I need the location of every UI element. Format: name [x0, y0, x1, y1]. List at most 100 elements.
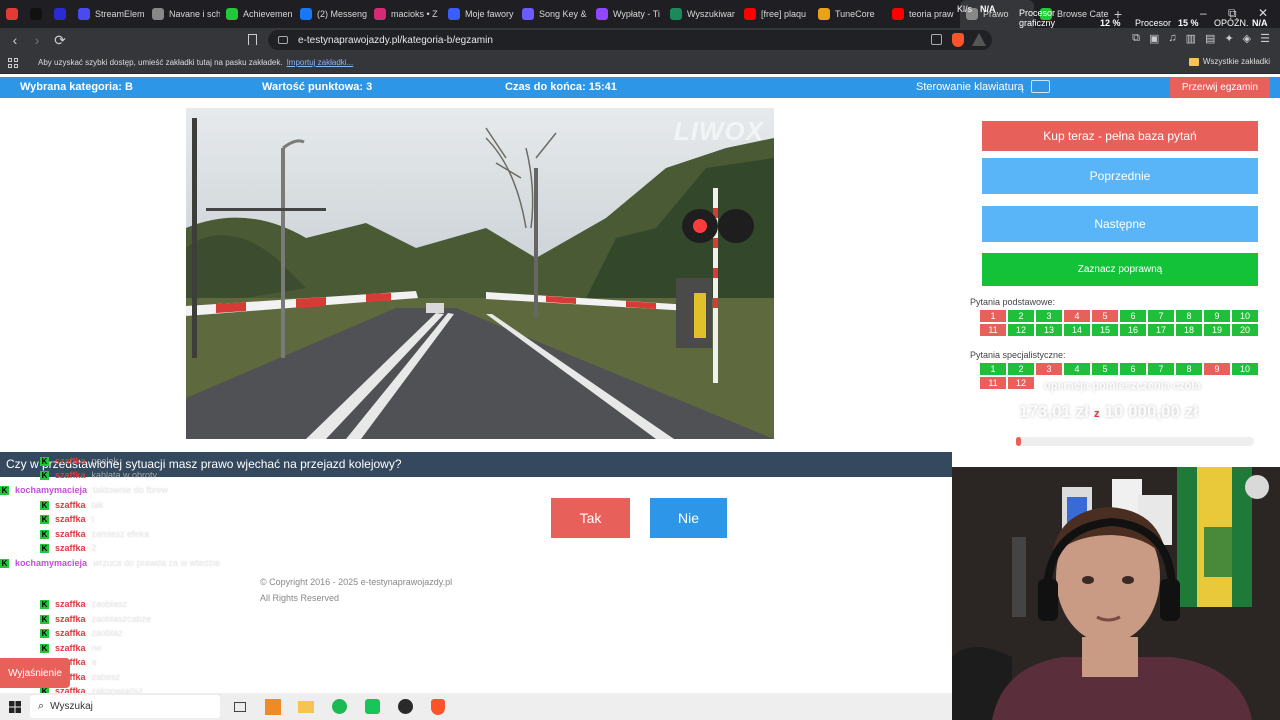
apps-grid-icon[interactable]: [8, 57, 18, 68]
all-bookmarks-button[interactable]: Wszystkie zakładki: [1188, 57, 1270, 66]
question-number-cell[interactable]: 17: [1148, 324, 1174, 336]
extensions-icon[interactable]: ⧉: [1132, 32, 1140, 45]
keyboard-control-label[interactable]: Sterowanie klawiaturą: [916, 81, 1024, 93]
question-number-cell[interactable]: 9: [1204, 310, 1230, 322]
close-window-button[interactable]: ✕: [1258, 6, 1268, 20]
question-number-cell[interactable]: 18: [1176, 324, 1202, 336]
browser-tab[interactable]: macioks • Z: [368, 0, 442, 28]
brave-browser-icon[interactable]: [425, 697, 451, 717]
question-number-cell[interactable]: 9: [1204, 363, 1230, 375]
question-number-cell[interactable]: 14: [1064, 324, 1090, 336]
bookmark-page-icon[interactable]: [248, 34, 257, 45]
import-bookmarks-link[interactable]: Importuj zakładki...: [287, 58, 354, 67]
browser-tab[interactable]: [24, 0, 48, 28]
question-video[interactable]: LIWOX: [186, 108, 774, 439]
spotify-icon[interactable]: [326, 697, 352, 717]
question-number-cell[interactable]: 11: [980, 377, 1006, 389]
explanation-button[interactable]: Wyjaśnienie: [0, 658, 70, 688]
restore-button[interactable]: ⧉: [1228, 6, 1237, 21]
browser-tab[interactable]: Wyszukiwar: [664, 0, 738, 28]
share-icon[interactable]: [931, 34, 942, 45]
keyboard-icon[interactable]: [1031, 80, 1050, 93]
tab-favicon-icon: [596, 8, 608, 20]
minimize-button[interactable]: –: [1200, 6, 1207, 20]
chat-text: wrzuca do prawda za w wtedzie: [93, 558, 221, 568]
obs-icon[interactable]: [392, 697, 418, 717]
question-number-cell[interactable]: 16: [1120, 324, 1146, 336]
start-button[interactable]: [0, 700, 30, 713]
question-number-cell[interactable]: 1: [980, 363, 1006, 375]
question-number-cell[interactable]: 6: [1120, 363, 1146, 375]
buy-full-database-button[interactable]: Kup teraz - pełna baza pytań: [982, 121, 1258, 151]
question-number-cell[interactable]: 12: [1008, 377, 1034, 389]
browser-tab[interactable]: Moje fawory: [442, 0, 516, 28]
browser-tab[interactable]: teoria praw: [886, 0, 960, 28]
browser-tab[interactable]: Navane i sch: [146, 0, 220, 28]
url-text[interactable]: e-testynaprawojazdy.pl/kategoria-b/egzam…: [298, 35, 493, 46]
app-icon-green[interactable]: [359, 697, 385, 717]
question-number-cell[interactable]: 5: [1092, 363, 1118, 375]
media-icon[interactable]: ♫: [1168, 32, 1176, 45]
question-number-cell[interactable]: 20: [1232, 324, 1258, 336]
site-info-icon[interactable]: [278, 36, 288, 44]
reload-button[interactable]: ⟳: [50, 32, 70, 49]
question-number-cell[interactable]: 5: [1092, 310, 1118, 322]
next-question-button[interactable]: Następne: [982, 206, 1258, 242]
answer-no-button[interactable]: Nie: [650, 498, 727, 538]
question-number-cell[interactable]: 15: [1092, 324, 1118, 336]
brave-shields-icon[interactable]: [952, 33, 964, 47]
url-bar[interactable]: e-testynaprawojazdy.pl/kategoria-b/egzam…: [268, 30, 992, 50]
browser-tab[interactable]: [0, 0, 24, 28]
taskbar-search[interactable]: ⌕ Wyszukaj: [30, 695, 220, 718]
tab-label: macioks • Z: [391, 9, 438, 19]
vpn-icon[interactable]: ◈: [1243, 32, 1251, 45]
question-number-cell[interactable]: 10: [1232, 310, 1258, 322]
question-number-cell[interactable]: 4: [1064, 363, 1090, 375]
question-number-cell[interactable]: 13: [1036, 324, 1062, 336]
previous-question-button[interactable]: Poprzednie: [982, 158, 1258, 194]
mark-correct-button[interactable]: Zaznacz poprawną: [982, 253, 1258, 286]
question-number-cell[interactable]: 3: [1036, 363, 1062, 375]
screenshot-icon[interactable]: ▣: [1149, 32, 1159, 45]
browser-tab[interactable]: StreamElem: [72, 0, 146, 28]
browser-tab[interactable]: Wypłaty - Ti: [590, 0, 664, 28]
browser-tab[interactable]: (2) Messeng: [294, 0, 368, 28]
question-number-cell[interactable]: 10: [1232, 363, 1258, 375]
question-number-cell[interactable]: 2: [1008, 310, 1034, 322]
browser-tab[interactable]: Song Key &: [516, 0, 590, 28]
question-number-cell[interactable]: 7: [1148, 310, 1174, 322]
question-number-cell[interactable]: 2: [1008, 363, 1034, 375]
sidebar-icon[interactable]: ▥: [1186, 32, 1196, 45]
browser-tab[interactable]: [free] plaqu: [738, 0, 812, 28]
question-number-cell[interactable]: 3: [1036, 310, 1062, 322]
question-number-cell[interactable]: 11: [980, 324, 1006, 336]
explanation-label: Wyjaśnienie: [8, 667, 62, 679]
brave-rewards-icon[interactable]: [972, 33, 986, 46]
browser-tab[interactable]: [48, 0, 72, 28]
answer-yes-button[interactable]: Tak: [551, 498, 630, 538]
question-number-cell[interactable]: 1: [980, 310, 1006, 322]
stop-exam-button[interactable]: Przerwij egzamin: [1170, 77, 1270, 98]
app-icon-orange[interactable]: [260, 697, 286, 717]
question-number-cell[interactable]: 4: [1064, 310, 1090, 322]
leo-icon[interactable]: ✦: [1224, 32, 1233, 45]
chat-text: a: [91, 657, 97, 667]
question-number-cell[interactable]: 19: [1204, 324, 1230, 336]
browser-tab[interactable]: Achievemen: [220, 0, 294, 28]
question-number-cell[interactable]: 8: [1176, 310, 1202, 322]
task-view-icon[interactable]: [227, 697, 253, 717]
back-button[interactable]: ‹: [5, 32, 25, 48]
tab-label: Moje fawory: [465, 9, 514, 19]
question-number-cell[interactable]: 12: [1008, 324, 1034, 336]
menu-icon[interactable]: ☰: [1260, 32, 1270, 45]
question-number-cell[interactable]: 6: [1120, 310, 1146, 322]
forward-button[interactable]: ›: [27, 32, 47, 48]
wallet-icon[interactable]: ▤: [1205, 32, 1215, 45]
gpu-stat: Procesor graficzny: [1015, 8, 1059, 28]
question-number-cell[interactable]: 7: [1148, 363, 1174, 375]
kick-badge-icon: K: [40, 644, 49, 653]
file-explorer-icon[interactable]: [293, 697, 319, 717]
question-number-cell[interactable]: 8: [1176, 363, 1202, 375]
browser-tab[interactable]: TuneCore: [812, 0, 886, 28]
chat-message: Kszaffka t: [40, 514, 94, 524]
